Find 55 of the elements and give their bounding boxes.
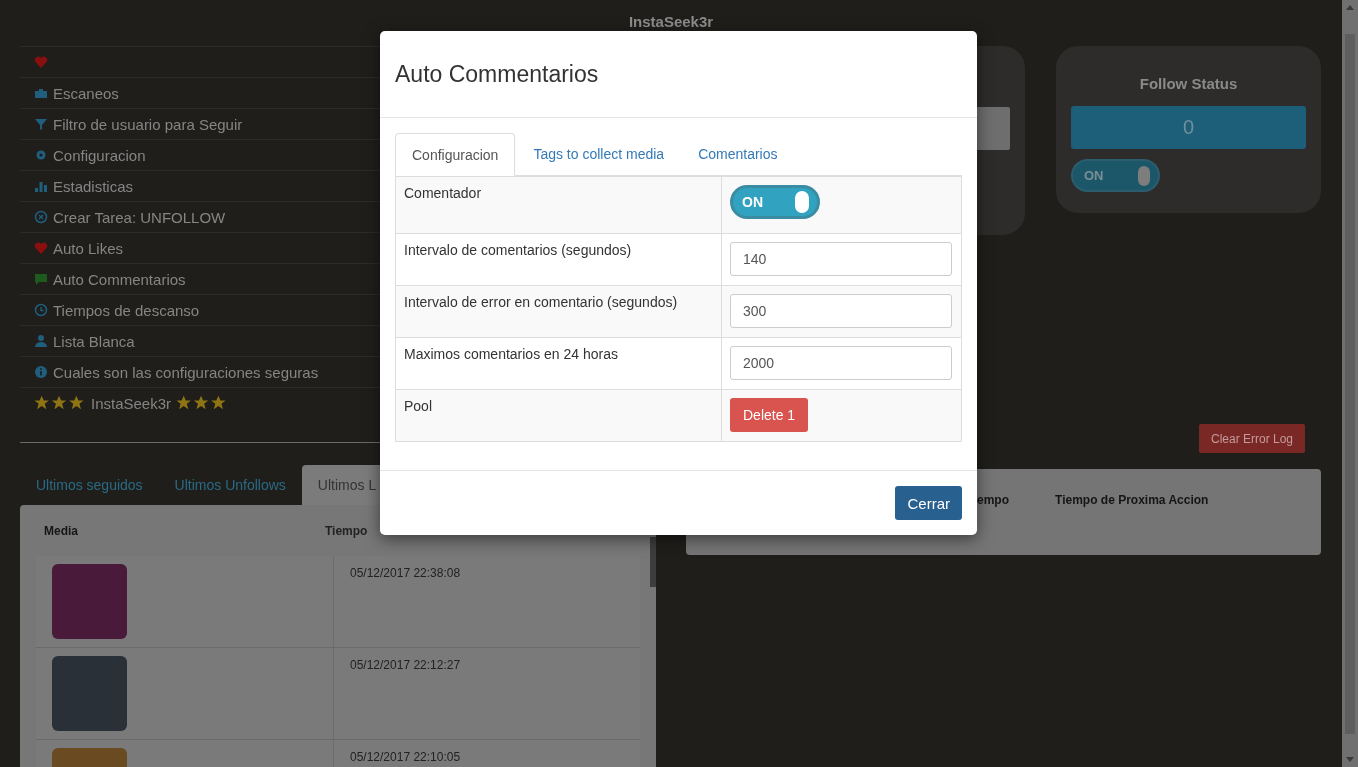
heart-icon	[34, 241, 48, 255]
menu-link[interactable]: Crear Tarea: UNFOLLOW	[53, 208, 226, 226]
menu-link[interactable]: Estadisticas	[53, 177, 134, 195]
scrollbar[interactable]	[1342, 0, 1358, 767]
menu-link[interactable]: Tiempos de descanso	[53, 301, 200, 319]
close-button[interactable]: Cerrar	[895, 486, 962, 520]
column-header: empo	[977, 493, 1009, 507]
menu-link[interactable]: Filtro de usuario para Seguir	[53, 115, 243, 133]
toggle-switch[interactable]: ON	[730, 185, 820, 219]
user-icon	[34, 334, 48, 348]
close-circle-icon	[34, 210, 48, 224]
time-cell: 05/12/2017 22:12:27	[350, 658, 461, 672]
modal-tab[interactable]: Tags to collect media	[517, 133, 681, 175]
clear-error-log-button[interactable]: Clear Error Log	[1198, 424, 1305, 453]
comment-icon	[34, 272, 48, 286]
briefcase-icon	[34, 86, 48, 100]
setting-label: Comentador	[404, 185, 482, 201]
bar-chart-icon	[34, 179, 48, 193]
column-header: Tiempo de Proxima Accion	[1055, 493, 1209, 507]
toggle-switch[interactable]: ON	[1071, 159, 1160, 192]
menu-link[interactable]: Lista Blanca	[53, 332, 135, 350]
time-cell: 05/12/2017 22:10:05	[350, 750, 461, 764]
app-title: InstaSeek3r	[627, 12, 715, 32]
setting-label: Intervalo de error en comentario (segundos)	[404, 294, 678, 310]
clock-icon	[34, 303, 48, 317]
scrollbar-thumb[interactable]	[650, 537, 656, 587]
menu-link[interactable]: Configuracion	[53, 146, 146, 164]
scroll-down-icon[interactable]	[1346, 757, 1354, 763]
card-title: Follow Status	[1138, 75, 1239, 92]
modal-title: Auto Commentarios	[395, 60, 599, 88]
setting-label: Intervalo de comentarios (segundos)	[404, 242, 632, 258]
counter-bar: 0	[1071, 106, 1306, 149]
column-header: Tiempo	[324, 523, 369, 538]
history-tab[interactable]: Ultimos Unfollows	[158, 465, 302, 505]
input-field[interactable]: 300	[730, 294, 952, 328]
setting-label: Maximos comentarios en 24 horas	[404, 346, 618, 362]
modal-tab[interactable]: Comentarios	[682, 133, 794, 175]
menu-link[interactable]: Auto Commentarios	[53, 270, 186, 288]
delete-button[interactable]: Delete 1	[730, 398, 809, 432]
setting-label: Pool	[404, 398, 433, 414]
brand-link[interactable]: InstaSeek3r	[91, 394, 172, 412]
settings-icon	[34, 148, 48, 162]
scroll-up-icon[interactable]	[1346, 4, 1354, 10]
menu-link[interactable]: Auto Likes	[53, 239, 124, 257]
heart-icon	[34, 55, 48, 69]
menu-link[interactable]: Cuales son las configuraciones seguras	[53, 363, 319, 381]
history-tab[interactable]: Ultimos seguidos	[20, 465, 159, 505]
input-field[interactable]: 140	[730, 242, 952, 276]
modal-tab[interactable]: Configuracion	[395, 133, 516, 176]
column-header: Media	[43, 523, 79, 538]
info-icon	[34, 365, 48, 379]
input-field[interactable]: 2000	[730, 346, 952, 380]
filter-icon	[34, 117, 48, 131]
menu-link[interactable]: Escaneos	[53, 84, 119, 102]
time-cell: 05/12/2017 22:38:08	[350, 566, 461, 580]
